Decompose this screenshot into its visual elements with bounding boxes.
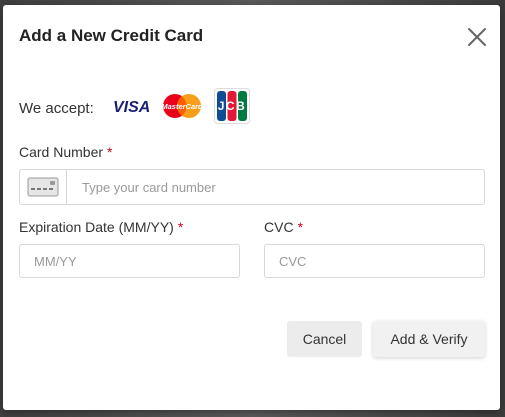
mastercard-logo: MasterCard (161, 93, 203, 124)
jcb-logo-text: JCB (218, 99, 247, 113)
cvc-label-text: CVC (264, 219, 294, 235)
cvc-required-mark: * (297, 219, 304, 235)
close-icon[interactable] (465, 25, 489, 49)
card-number-label-text: Card Number (19, 144, 104, 160)
cancel-button[interactable]: Cancel (287, 321, 362, 357)
add-verify-button[interactable]: Add & Verify (373, 321, 485, 357)
add-credit-card-dialog: Add a New Credit Card We accept: VISA Ma… (3, 5, 500, 410)
accept-label: We accept: (19, 100, 94, 117)
accepted-cards-row: We accept: VISA MasterCard JCB (19, 88, 262, 129)
card-number-required-mark: * (107, 144, 113, 160)
cvc-label: CVC * (264, 219, 303, 235)
mastercard-logo-text: MasterCard (162, 102, 202, 111)
expiration-label-text: Expiration Date (MM/YY) (19, 219, 174, 235)
credit-card-icon (27, 177, 59, 197)
card-number-field (19, 169, 485, 205)
visa-logo: VISA (112, 96, 150, 121)
card-icon-box (20, 170, 67, 204)
card-number-label: Card Number * (19, 144, 112, 160)
card-number-input[interactable] (67, 170, 482, 204)
expiration-label: Expiration Date (MM/YY) * (19, 219, 183, 235)
jcb-logo: JCB (213, 88, 250, 129)
cvc-input[interactable] (264, 244, 485, 278)
expiration-required-mark: * (177, 219, 184, 235)
expiration-date-input[interactable] (19, 244, 240, 278)
dialog-title: Add a New Credit Card (19, 26, 204, 45)
visa-logo-text: VISA (113, 99, 150, 116)
